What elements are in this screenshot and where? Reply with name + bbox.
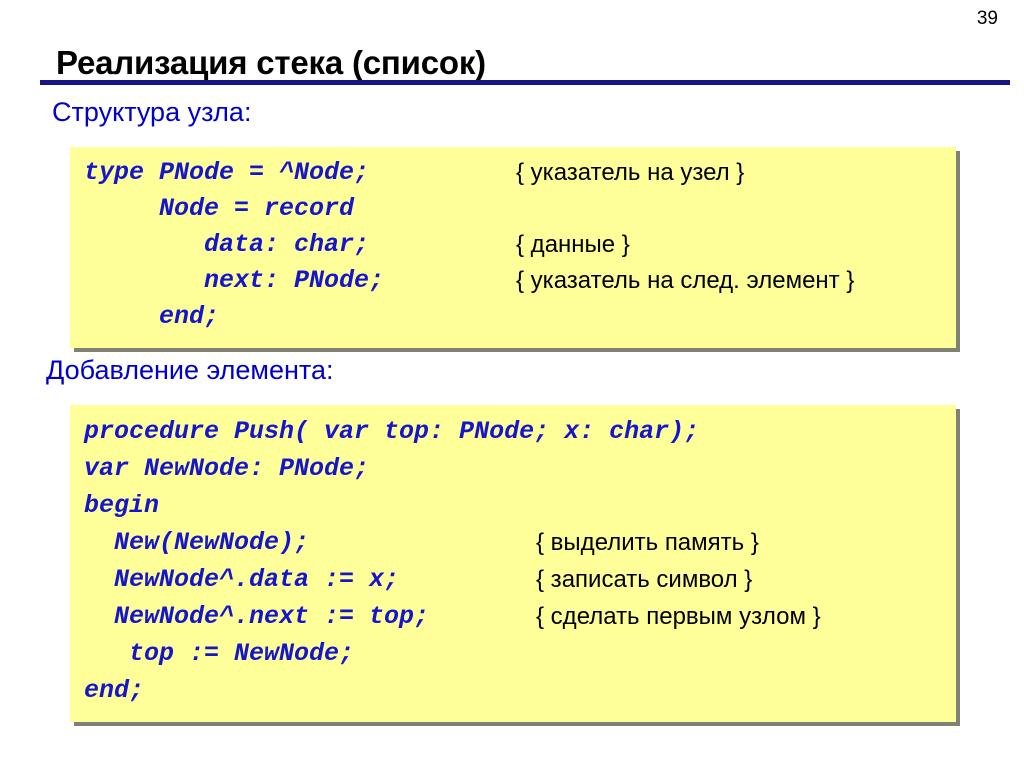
code-line: New(NewNode); { выделить память } [70, 524, 956, 561]
title-divider [40, 80, 1010, 85]
code-text: Node = record [84, 194, 355, 223]
code-line: type PNode = ^Node; { указатель на узел … [70, 155, 956, 191]
code-block-push-procedure: procedure Push( var top: PNode; x: char)… [70, 405, 956, 722]
code-line: end; [70, 299, 956, 335]
code-text: end; [84, 302, 220, 331]
code-text: procedure Push( var top: PNode; x: char)… [84, 417, 700, 446]
code-line: data: char; { данные } [70, 227, 956, 263]
section-heading-node-structure: Структура узла: [52, 97, 252, 127]
code-comment: { данные } [516, 231, 630, 258]
code-line: begin [70, 487, 956, 524]
code-line: end; [70, 672, 956, 709]
code-text: New(NewNode); [84, 528, 310, 557]
code-text: top := NewNode; [84, 639, 355, 668]
code-text: var NewNode: PNode; [84, 454, 370, 483]
slide-number: 39 [976, 8, 998, 29]
code-comment: { выделить память } [536, 529, 759, 556]
code-comment: { указатель на узел } [516, 159, 745, 186]
section-heading-add-element: Добавление элемента: [46, 355, 334, 385]
code-line: var NewNode: PNode; [70, 450, 956, 487]
code-block-node-structure: type PNode = ^Node; { указатель на узел … [70, 147, 956, 348]
code-line: next: PNode; { указатель на след. элемен… [70, 263, 956, 299]
code-line: NewNode^.data := x; { записать символ } [70, 561, 956, 598]
code-line: procedure Push( var top: PNode; x: char)… [70, 413, 956, 450]
code-comment: { сделать первым узлом } [536, 603, 821, 630]
code-comment: { указатель на след. элемент } [516, 267, 855, 294]
code-text: type PNode = ^Node; [84, 158, 370, 187]
code-text: NewNode^.data := x; [84, 565, 400, 594]
page-title: Реализация стека (список) [56, 44, 486, 82]
code-line: Node = record [70, 191, 956, 227]
code-text: NewNode^.next := top; [84, 602, 430, 631]
code-text: data: char; [84, 230, 370, 259]
code-line: NewNode^.next := top; { сделать первым у… [70, 598, 956, 635]
code-text: begin [84, 491, 160, 520]
code-text: next: PNode; [84, 266, 385, 295]
code-text: end; [84, 676, 145, 705]
code-line: top := NewNode; [70, 635, 956, 672]
code-comment: { записать символ } [536, 566, 753, 593]
